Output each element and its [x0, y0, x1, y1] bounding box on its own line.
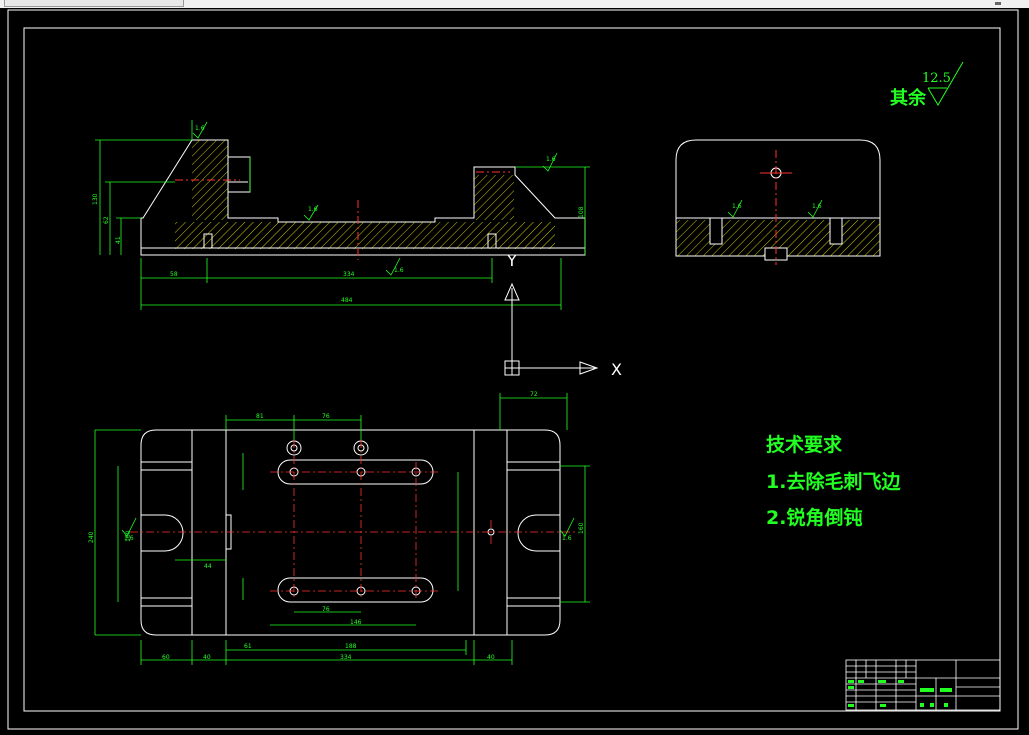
dim-top-hole-spacing-a: 76 — [322, 606, 330, 613]
dim-top-right-height: 160 — [578, 522, 585, 534]
roughness-front-2: 1.6 — [546, 156, 556, 163]
roughness-note: 其余 12.5 — [890, 61, 964, 109]
dim-step-height: 62 — [103, 216, 110, 224]
dim-inner-length: 334 — [343, 271, 355, 278]
cad-drawing-canvas[interactable]: 其余 12.5 484 334 58 130 62 41 108 1.6 1.6… — [0, 0, 1029, 735]
top-view: 240 160 160 334 188 60 40 61 40 76 146 8… — [88, 391, 590, 665]
roughness-front-3: 1.6 — [394, 267, 404, 274]
dim-top-left-edge-2: 40 — [203, 654, 211, 661]
dim-top-right-width: 72 — [530, 391, 538, 398]
dim-base-height: 41 — [115, 236, 122, 244]
dim-top-inner-span: 188 — [345, 643, 357, 650]
dim-top-left-edge: 60 — [162, 654, 170, 661]
roughness-prefix: 其余 — [890, 87, 927, 109]
dim-top-bottom-total: 334 — [340, 654, 352, 661]
roughness-top-1: 1.6 — [124, 535, 134, 542]
dim-top-mid-left: 44 — [204, 563, 212, 570]
tech-requirement-item-1: 1.去除毛刺飞边 — [766, 470, 901, 493]
outer-frame — [7, 9, 1019, 730]
tech-requirement-item-2: 2.锐角倒钝 — [766, 506, 862, 529]
roughness-value: 12.5 — [922, 71, 951, 86]
tech-requirements-heading: 技术要求 — [766, 433, 843, 456]
roughness-front-4: 1.6 — [195, 125, 205, 132]
side-view: 1.6 1.6 — [675, 139, 881, 265]
roughness-side-2: 1.6 — [812, 203, 822, 210]
dim-top-top-left: 81 — [256, 413, 264, 420]
dim-overall-height: 130 — [92, 193, 99, 205]
roughness-top-2: 1.6 — [562, 535, 572, 542]
roughness-front-1: 1.6 — [308, 206, 318, 213]
dim-top-top-mid: 76 — [322, 413, 330, 420]
roughness-side-1: 1.6 — [732, 203, 742, 210]
title-block — [845, 659, 1001, 711]
dim-right-height: 108 — [578, 206, 585, 218]
ucs-axis-icon: X Y — [504, 251, 622, 379]
ucs-x-label: X — [611, 360, 622, 379]
ucs-y-label: Y — [506, 251, 517, 270]
dim-top-hole-spacing-b: 146 — [350, 619, 362, 626]
dim-top-left-gap: 61 — [244, 643, 252, 650]
dim-top-right-edge: 40 — [487, 654, 495, 661]
tech-requirements: 技术要求 1.去除毛刺飞边 2.锐角倒钝 — [766, 433, 901, 529]
front-view: 484 334 58 130 62 41 108 1.6 1.6 1.6 1.6 — [92, 120, 590, 310]
dim-overall-length: 484 — [341, 297, 353, 304]
dim-left-offset: 58 — [170, 271, 178, 278]
dim-top-overall-width: 240 — [88, 531, 95, 543]
